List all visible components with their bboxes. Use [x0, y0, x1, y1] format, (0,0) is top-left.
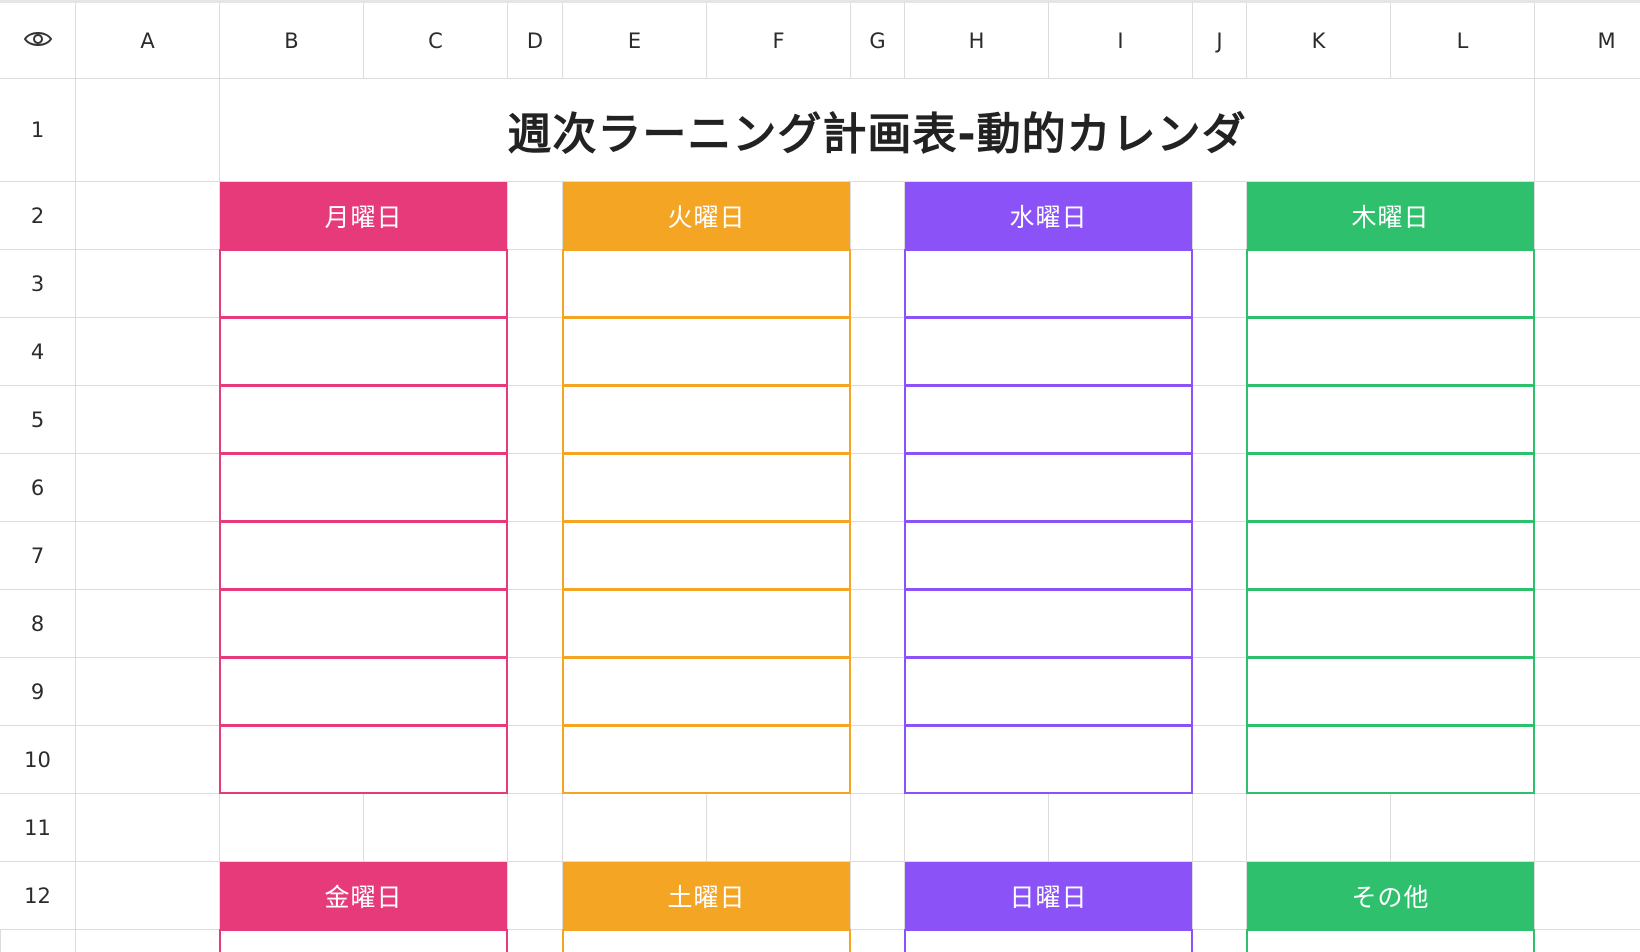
day-header-day_groups_row12-0[interactable]: 金曜日 [220, 862, 507, 929]
day-header-day_groups_row2-0[interactable]: 月曜日 [220, 182, 507, 249]
day-header-day_groups_row12-3[interactable]: その他 [1247, 862, 1534, 929]
column-header-f[interactable]: F [707, 3, 850, 78]
day-header-day_groups_row2-2[interactable]: 水曜日 [905, 182, 1192, 249]
plan-entry-cell[interactable] [219, 589, 508, 658]
plan-entry-cell[interactable] [904, 317, 1193, 386]
plan-entry-cell[interactable] [904, 657, 1193, 726]
column-header-b[interactable]: B [220, 3, 363, 78]
plan-entry-cell[interactable] [1246, 521, 1535, 590]
day-header-day_groups_row2-3[interactable]: 木曜日 [1247, 182, 1534, 249]
plan-entry-cell[interactable] [904, 453, 1193, 522]
plan-entry-cell[interactable] [562, 453, 851, 522]
row-header-11[interactable]: 11 [0, 794, 75, 861]
plan-entry-cell[interactable] [904, 725, 1193, 794]
eye-icon[interactable] [23, 28, 53, 54]
row-header-9[interactable]: 9 [0, 658, 75, 725]
day-header-day_groups_row12-1[interactable]: 土曜日 [563, 862, 850, 929]
column-header-i[interactable]: I [1049, 3, 1192, 78]
column-header-a[interactable]: A [76, 3, 219, 78]
spreadsheet: ABCDEFGHIJKLM 1 2 3 4 5 6 7 8 9 10 11 12 週次ラーニング計画表… [0, 0, 1640, 952]
row-header-2[interactable]: 2 [0, 182, 75, 249]
plan-entry-cell[interactable] [562, 589, 851, 658]
plan-entry-cell[interactable] [219, 725, 508, 794]
plan-entry-cell[interactable] [219, 929, 508, 952]
row-header-3[interactable]: 3 [0, 250, 75, 317]
plan-entry-cell[interactable] [904, 385, 1193, 454]
plan-entry-cell[interactable] [562, 929, 851, 952]
plan-entry-cell[interactable] [562, 521, 851, 590]
row-header-7[interactable]: 7 [0, 522, 75, 589]
row-header-5[interactable]: 5 [0, 386, 75, 453]
day-header-day_groups_row2-1[interactable]: 火曜日 [563, 182, 850, 249]
column-header-g[interactable]: G [851, 3, 904, 78]
select-all-corner[interactable] [0, 3, 75, 78]
column-header-l[interactable]: L [1391, 3, 1534, 78]
plan-entry-cell[interactable] [904, 589, 1193, 658]
row-header-12[interactable]: 12 [0, 862, 75, 929]
plan-entry-cell[interactable] [219, 453, 508, 522]
plan-entry-cell[interactable] [1246, 589, 1535, 658]
plan-entry-cell[interactable] [1246, 929, 1535, 952]
plan-entry-cell[interactable] [562, 385, 851, 454]
row-header-10[interactable]: 10 [0, 726, 75, 793]
plan-entry-cell[interactable] [219, 521, 508, 590]
plan-entry-cell[interactable] [1246, 385, 1535, 454]
sheet-title[interactable]: 週次ラーニング計画表-動的カレンダ [220, 79, 1534, 181]
row-header-1[interactable]: 1 [0, 79, 75, 181]
plan-entry-cell[interactable] [219, 385, 508, 454]
plan-entry-cell[interactable] [904, 929, 1193, 952]
column-header-e[interactable]: E [563, 3, 706, 78]
plan-entry-cell[interactable] [1246, 657, 1535, 726]
day-header-day_groups_row12-2[interactable]: 日曜日 [905, 862, 1192, 929]
plan-entry-cell[interactable] [562, 317, 851, 386]
plan-entry-cell[interactable] [562, 249, 851, 318]
plan-entry-cell[interactable] [904, 521, 1193, 590]
column-header-k[interactable]: K [1247, 3, 1390, 78]
column-header-d[interactable]: D [508, 3, 562, 78]
row-header-4[interactable]: 4 [0, 318, 75, 385]
plan-entry-cell[interactable] [1246, 453, 1535, 522]
plan-entry-cell[interactable] [562, 725, 851, 794]
plan-entry-cell[interactable] [1246, 725, 1535, 794]
plan-entry-cell[interactable] [562, 657, 851, 726]
column-header-c[interactable]: C [364, 3, 507, 78]
plan-entry-cell[interactable] [1246, 317, 1535, 386]
row-header-8[interactable]: 8 [0, 590, 75, 657]
plan-entry-cell[interactable] [219, 317, 508, 386]
plan-entry-cell[interactable] [1246, 249, 1535, 318]
grid-vline [75, 3, 76, 952]
plan-entry-cell[interactable] [904, 249, 1193, 318]
column-header-h[interactable]: H [905, 3, 1048, 78]
plan-entry-cell[interactable] [219, 657, 508, 726]
column-header-j[interactable]: J [1193, 3, 1246, 78]
row-header-6[interactable]: 6 [0, 454, 75, 521]
plan-entry-cell[interactable] [219, 249, 508, 318]
column-header-m[interactable]: M [1535, 3, 1640, 78]
